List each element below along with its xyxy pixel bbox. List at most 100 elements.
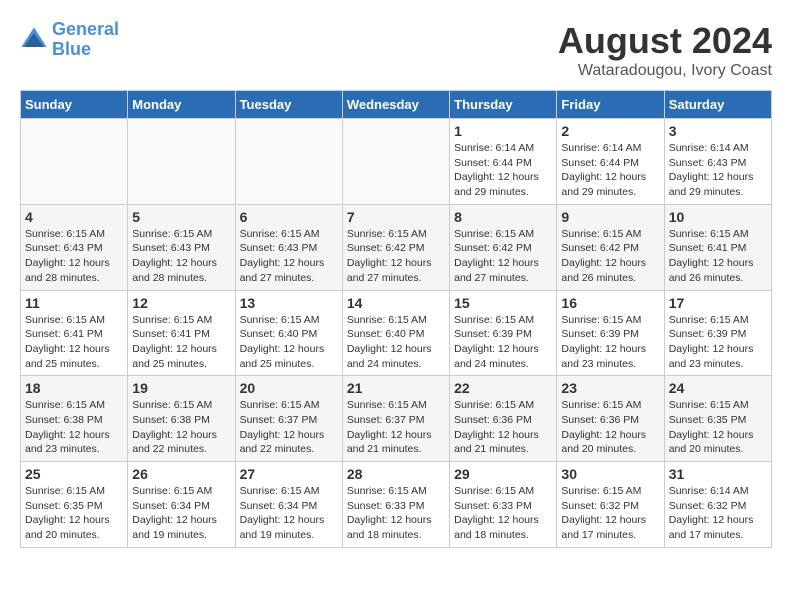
calendar-cell: 15 Sunrise: 6:15 AM Sunset: 6:39 PM Dayli…	[450, 290, 557, 376]
day-of-week-header: Thursday	[450, 91, 557, 119]
calendar-cell: 29 Sunrise: 6:15 AM Sunset: 6:33 PM Dayli…	[450, 462, 557, 548]
day-number: 24	[669, 380, 767, 396]
day-info: Sunrise: 6:15 AM Sunset: 6:41 PM Dayligh…	[25, 313, 123, 372]
day-info: Sunrise: 6:14 AM Sunset: 6:43 PM Dayligh…	[669, 141, 767, 200]
day-number: 9	[561, 209, 659, 225]
calendar-cell	[21, 119, 128, 205]
day-number: 20	[240, 380, 338, 396]
calendar-body: 1 Sunrise: 6:14 AM Sunset: 6:44 PM Daylig…	[21, 119, 772, 548]
calendar-cell: 6Sunrise: 6:15 AM Sunset: 6:43 PM Daylig…	[235, 204, 342, 290]
day-info: Sunrise: 6:15 AM Sunset: 6:43 PM Dayligh…	[132, 227, 230, 286]
day-number: 29	[454, 466, 552, 482]
day-number: 13	[240, 295, 338, 311]
day-info: Sunrise: 6:15 AM Sunset: 6:37 PM Dayligh…	[347, 398, 445, 457]
day-info: Sunrise: 6:15 AM Sunset: 6:42 PM Dayligh…	[561, 227, 659, 286]
calendar-cell: 13 Sunrise: 6:15 AM Sunset: 6:40 PM Dayli…	[235, 290, 342, 376]
day-number: 23	[561, 380, 659, 396]
calendar-cell: 7 Sunrise: 6:15 AM Sunset: 6:42 PM Daylig…	[342, 204, 449, 290]
calendar-cell: 18Sunrise: 6:15 AM Sunset: 6:38 PM Dayli…	[21, 376, 128, 462]
calendar-cell: 10 Sunrise: 6:15 AM Sunset: 6:41 PM Dayli…	[664, 204, 771, 290]
day-info: Sunrise: 6:15 AM Sunset: 6:41 PM Dayligh…	[132, 313, 230, 372]
day-info: Sunrise: 6:15 AM Sunset: 6:42 PM Dayligh…	[347, 227, 445, 286]
logo-line2: Blue	[52, 39, 91, 59]
subtitle: Wataradougou, Ivory Coast	[558, 62, 772, 80]
calendar-cell: 1 Sunrise: 6:14 AM Sunset: 6:44 PM Daylig…	[450, 119, 557, 205]
calendar-cell	[342, 119, 449, 205]
day-number: 2	[561, 123, 659, 139]
day-number: 10	[669, 209, 767, 225]
calendar-cell	[235, 119, 342, 205]
calendar-table: SundayMondayTuesdayWednesdayThursdayFrid…	[20, 90, 772, 548]
calendar-cell: 30Sunrise: 6:15 AM Sunset: 6:32 PM Dayli…	[557, 462, 664, 548]
day-number: 31	[669, 466, 767, 482]
day-info: Sunrise: 6:15 AM Sunset: 6:42 PM Dayligh…	[454, 227, 552, 286]
day-number: 22	[454, 380, 552, 396]
day-info: Sunrise: 6:15 AM Sunset: 6:33 PM Dayligh…	[454, 484, 552, 543]
day-number: 19	[132, 380, 230, 396]
calendar-cell: 9 Sunrise: 6:15 AM Sunset: 6:42 PM Daylig…	[557, 204, 664, 290]
day-info: Sunrise: 6:15 AM Sunset: 6:38 PM Dayligh…	[132, 398, 230, 457]
day-number: 26	[132, 466, 230, 482]
logo-line1: General	[52, 19, 119, 39]
calendar-week-row: 18Sunrise: 6:15 AM Sunset: 6:38 PM Dayli…	[21, 376, 772, 462]
calendar-cell: 12Sunrise: 6:15 AM Sunset: 6:41 PM Dayli…	[128, 290, 235, 376]
page-header: General Blue August 2024 Wataradougou, I…	[20, 20, 772, 80]
day-info: Sunrise: 6:15 AM Sunset: 6:35 PM Dayligh…	[669, 398, 767, 457]
main-title: August 2024	[558, 20, 772, 62]
day-info: Sunrise: 6:15 AM Sunset: 6:36 PM Dayligh…	[561, 398, 659, 457]
day-number: 7	[347, 209, 445, 225]
calendar-cell: 14 Sunrise: 6:15 AM Sunset: 6:40 PM Dayli…	[342, 290, 449, 376]
calendar-cell: 19 Sunrise: 6:15 AM Sunset: 6:38 PM Dayli…	[128, 376, 235, 462]
day-info: Sunrise: 6:15 AM Sunset: 6:34 PM Dayligh…	[240, 484, 338, 543]
day-number: 3	[669, 123, 767, 139]
day-info: Sunrise: 6:15 AM Sunset: 6:39 PM Dayligh…	[454, 313, 552, 372]
day-number: 25	[25, 466, 123, 482]
day-info: Sunrise: 6:15 AM Sunset: 6:40 PM Dayligh…	[240, 313, 338, 372]
calendar-cell: 11 Sunrise: 6:15 AM Sunset: 6:41 PM Dayli…	[21, 290, 128, 376]
day-info: Sunrise: 6:15 AM Sunset: 6:36 PM Dayligh…	[454, 398, 552, 457]
calendar-week-row: 1 Sunrise: 6:14 AM Sunset: 6:44 PM Daylig…	[21, 119, 772, 205]
calendar-cell: 17 Sunrise: 6:15 AM Sunset: 6:39 PM Dayli…	[664, 290, 771, 376]
day-of-week-header: Tuesday	[235, 91, 342, 119]
day-info: Sunrise: 6:15 AM Sunset: 6:37 PM Dayligh…	[240, 398, 338, 457]
day-number: 28	[347, 466, 445, 482]
day-info: Sunrise: 6:14 AM Sunset: 6:44 PM Dayligh…	[561, 141, 659, 200]
calendar-week-row: 25 Sunrise: 6:15 AM Sunset: 6:35 PM Dayli…	[21, 462, 772, 548]
day-number: 17	[669, 295, 767, 311]
title-block: August 2024 Wataradougou, Ivory Coast	[558, 20, 772, 80]
calendar-cell: 25 Sunrise: 6:15 AM Sunset: 6:35 PM Dayli…	[21, 462, 128, 548]
day-info: Sunrise: 6:15 AM Sunset: 6:39 PM Dayligh…	[669, 313, 767, 372]
day-info: Sunrise: 6:15 AM Sunset: 6:32 PM Dayligh…	[561, 484, 659, 543]
day-number: 1	[454, 123, 552, 139]
day-info: Sunrise: 6:15 AM Sunset: 6:43 PM Dayligh…	[25, 227, 123, 286]
day-of-week-header: Saturday	[664, 91, 771, 119]
day-number: 27	[240, 466, 338, 482]
calendar-week-row: 11 Sunrise: 6:15 AM Sunset: 6:41 PM Dayli…	[21, 290, 772, 376]
day-of-week-header: Monday	[128, 91, 235, 119]
calendar-cell: 20 Sunrise: 6:15 AM Sunset: 6:37 PM Dayli…	[235, 376, 342, 462]
day-number: 8	[454, 209, 552, 225]
day-number: 14	[347, 295, 445, 311]
calendar-cell: 16 Sunrise: 6:15 AM Sunset: 6:39 PM Dayli…	[557, 290, 664, 376]
day-info: Sunrise: 6:15 AM Sunset: 6:34 PM Dayligh…	[132, 484, 230, 543]
calendar-cell: 23 Sunrise: 6:15 AM Sunset: 6:36 PM Dayli…	[557, 376, 664, 462]
day-info: Sunrise: 6:15 AM Sunset: 6:40 PM Dayligh…	[347, 313, 445, 372]
day-number: 11	[25, 295, 123, 311]
day-info: Sunrise: 6:14 AM Sunset: 6:44 PM Dayligh…	[454, 141, 552, 200]
day-number: 15	[454, 295, 552, 311]
day-info: Sunrise: 6:15 AM Sunset: 6:41 PM Dayligh…	[669, 227, 767, 286]
day-info: Sunrise: 6:15 AM Sunset: 6:33 PM Dayligh…	[347, 484, 445, 543]
logo: General Blue	[20, 20, 119, 60]
day-info: Sunrise: 6:15 AM Sunset: 6:35 PM Dayligh…	[25, 484, 123, 543]
day-number: 4	[25, 209, 123, 225]
day-of-week-header: Friday	[557, 91, 664, 119]
calendar-cell: 22 Sunrise: 6:15 AM Sunset: 6:36 PM Dayli…	[450, 376, 557, 462]
day-info: Sunrise: 6:15 AM Sunset: 6:39 PM Dayligh…	[561, 313, 659, 372]
calendar-cell: 31Sunrise: 6:14 AM Sunset: 6:32 PM Dayli…	[664, 462, 771, 548]
calendar-cell: 4 Sunrise: 6:15 AM Sunset: 6:43 PM Daylig…	[21, 204, 128, 290]
calendar-cell: 5 Sunrise: 6:15 AM Sunset: 6:43 PM Daylig…	[128, 204, 235, 290]
day-number: 5	[132, 209, 230, 225]
day-number: 16	[561, 295, 659, 311]
calendar-cell: 27 Sunrise: 6:15 AM Sunset: 6:34 PM Dayli…	[235, 462, 342, 548]
day-of-week-header: Sunday	[21, 91, 128, 119]
